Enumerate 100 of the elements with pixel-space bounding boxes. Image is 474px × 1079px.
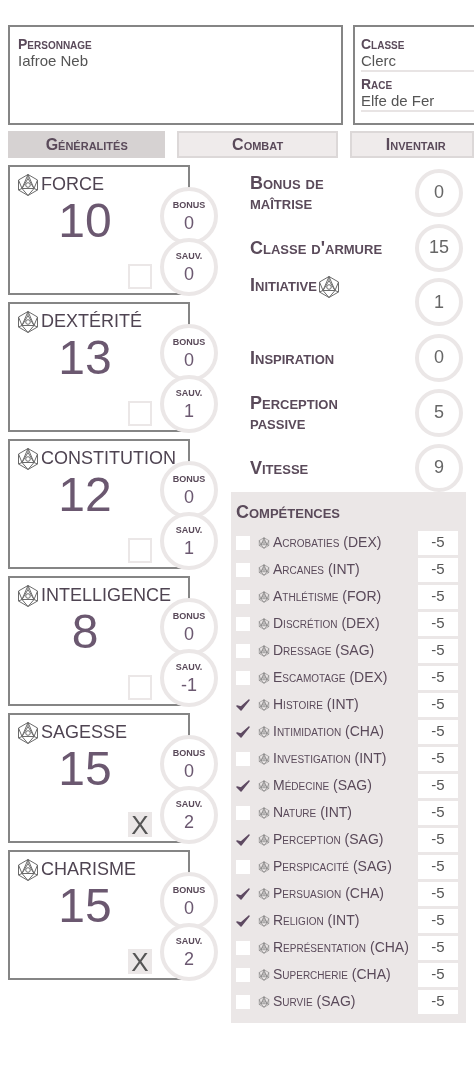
ability-score[interactable]: 8 xyxy=(10,607,160,657)
skill-name: Discrétion (DEX) xyxy=(273,614,381,633)
stat-value[interactable]: 1 xyxy=(415,278,463,326)
ability-score[interactable]: 13 xyxy=(10,333,160,383)
bonus-value[interactable]: 0 xyxy=(184,623,194,644)
skill-value[interactable]: -5 xyxy=(418,800,458,825)
tab[interactable]: Inventair xyxy=(349,131,474,158)
save-value[interactable]: 2 xyxy=(184,811,194,832)
d20-icon xyxy=(258,995,270,1008)
checkbox[interactable] xyxy=(236,589,250,604)
checkbox[interactable] xyxy=(236,940,250,955)
save-value[interactable]: 2 xyxy=(184,948,194,969)
ability-score[interactable]: 15 xyxy=(10,881,160,931)
checkbox[interactable] xyxy=(236,967,250,982)
d20-icon xyxy=(258,779,270,792)
bonus-value[interactable]: 0 xyxy=(184,349,194,370)
skill-value[interactable]: -5 xyxy=(418,530,458,555)
skill-value[interactable]: -5 xyxy=(418,611,458,636)
checkmark-icon[interactable] xyxy=(236,833,250,846)
save-proficiency-box[interactable]: X xyxy=(128,812,152,837)
checkbox[interactable] xyxy=(236,670,250,685)
skill-value[interactable]: -5 xyxy=(418,692,458,717)
skill-value[interactable]: -5 xyxy=(418,557,458,582)
field-value[interactable]: Clerc xyxy=(361,52,474,70)
d20-icon xyxy=(258,752,270,765)
ability-score[interactable]: 15 xyxy=(10,744,160,794)
ability-score[interactable]: 10 xyxy=(10,196,160,246)
save-proficiency-box[interactable] xyxy=(128,675,152,700)
ability-name: CONSTITUTION xyxy=(41,447,176,470)
checkbox[interactable] xyxy=(236,616,250,631)
skill-value[interactable]: -5 xyxy=(418,881,458,906)
stat-label: Initiative xyxy=(250,275,317,295)
save-value[interactable]: -1 xyxy=(181,674,197,695)
save-value[interactable]: 0 xyxy=(184,263,194,284)
checkbox[interactable] xyxy=(236,994,250,1009)
checkbox[interactable] xyxy=(236,535,250,550)
ability-score[interactable]: 12 xyxy=(10,470,160,520)
checkmark-icon[interactable] xyxy=(236,887,250,900)
save-proficiency-box[interactable] xyxy=(128,401,152,426)
checkmark-icon[interactable] xyxy=(236,725,250,738)
checkbox[interactable] xyxy=(236,751,250,766)
checkmark-icon[interactable] xyxy=(236,698,250,711)
bonus-value[interactable]: 0 xyxy=(184,897,194,918)
circle-label: SAUV. xyxy=(175,798,203,812)
skill-name: Dressage (SAG) xyxy=(273,641,376,660)
skill-value[interactable]: -5 xyxy=(418,638,458,663)
bonus-value[interactable]: 0 xyxy=(184,760,194,781)
character-name[interactable]: Iafroe Neb xyxy=(18,52,333,69)
checkmark-icon[interactable] xyxy=(236,914,250,927)
checkbox[interactable] xyxy=(236,562,250,577)
skill-name: Perspicacité (SAG) xyxy=(273,857,393,876)
stat-value[interactable]: 0 xyxy=(415,333,463,382)
skill-value[interactable]: -5 xyxy=(418,827,458,852)
save-value[interactable]: 1 xyxy=(184,400,194,421)
d20-icon xyxy=(316,275,341,299)
circle-label: SAUV. xyxy=(175,935,203,949)
stat-label: Bonus de maîtrise xyxy=(250,172,325,213)
skill-name: Représentation (CHA) xyxy=(273,938,410,957)
checkbox[interactable] xyxy=(236,643,250,658)
ability-name: SAGESSE xyxy=(41,721,128,744)
checkbox[interactable] xyxy=(236,805,250,820)
circle-label: BONUS xyxy=(172,747,206,761)
stat-value[interactable]: 0 xyxy=(415,168,463,217)
skill-value[interactable]: -5 xyxy=(418,962,458,987)
skill-value[interactable]: -5 xyxy=(418,854,458,879)
skill-name: Athlétisme (FOR) xyxy=(273,587,383,606)
skill-value[interactable]: -5 xyxy=(418,773,458,798)
tab[interactable]: Combat xyxy=(177,131,338,158)
tab[interactable]: Généralités xyxy=(8,131,166,158)
skill-name: Survie (SAG) xyxy=(273,992,357,1011)
skill-value[interactable]: -5 xyxy=(418,746,458,771)
skill-value[interactable]: -5 xyxy=(418,989,458,1014)
save-proficiency-box[interactable]: X xyxy=(128,949,152,974)
checkmark-icon[interactable] xyxy=(236,779,250,792)
stat-value[interactable]: 15 xyxy=(415,223,463,272)
skill-value[interactable]: -5 xyxy=(418,584,458,609)
circle-label: BONUS xyxy=(172,884,206,898)
checkbox[interactable] xyxy=(236,859,250,874)
stat-value[interactable]: 9 xyxy=(415,443,463,492)
skill-value[interactable]: -5 xyxy=(418,908,458,933)
stat-value[interactable]: 5 xyxy=(415,388,463,437)
d20-icon xyxy=(16,172,40,197)
skill-value[interactable]: -5 xyxy=(418,935,458,960)
skill-name: Acrobaties (DEX) xyxy=(273,533,383,552)
skill-value[interactable]: -5 xyxy=(418,665,458,690)
bonus-value[interactable]: 0 xyxy=(184,486,194,507)
skill-value[interactable]: -5 xyxy=(418,719,458,744)
save-proficiency-box[interactable] xyxy=(128,538,152,563)
field-label: Personnage xyxy=(18,36,93,52)
d20-icon xyxy=(16,583,40,608)
circle-label: BONUS xyxy=(172,336,206,350)
d20-icon xyxy=(258,536,270,549)
d20-icon xyxy=(258,914,270,927)
field-value[interactable]: Elfe de Fer xyxy=(361,92,474,110)
save-proficiency-box[interactable] xyxy=(128,264,152,289)
bonus-value[interactable]: 0 xyxy=(184,212,194,233)
d20-icon xyxy=(258,941,270,954)
d20-icon xyxy=(258,644,270,657)
save-value[interactable]: 1 xyxy=(184,537,194,558)
circle-label: BONUS xyxy=(172,473,206,487)
